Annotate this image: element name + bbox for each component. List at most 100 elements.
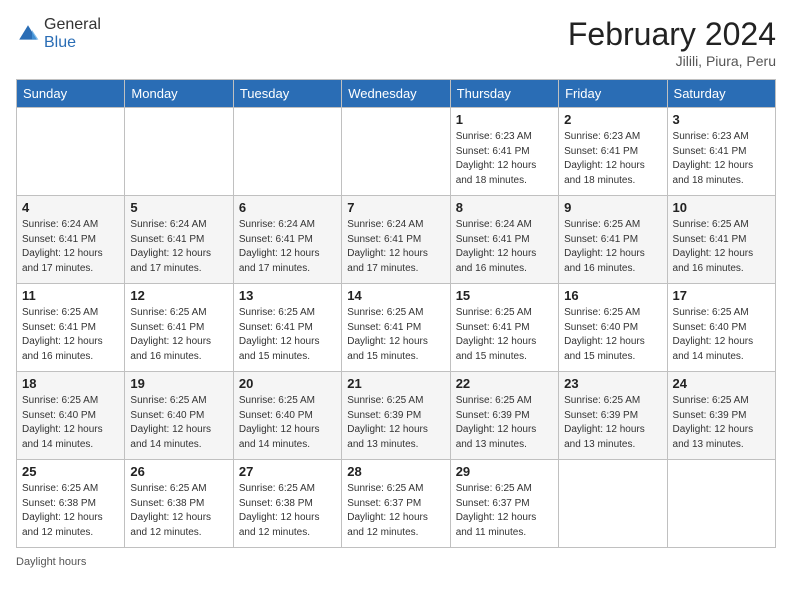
day-number: 19 — [130, 376, 227, 391]
day-number: 23 — [564, 376, 661, 391]
logo-general-text: General — [44, 16, 101, 33]
calendar-cell-w3-d3: 21 Sunrise: 6:25 AM Sunset: 6:39 PM Dayli… — [342, 372, 450, 460]
day-number: 14 — [347, 288, 444, 303]
day-info: Sunrise: 6:25 AM Sunset: 6:40 PM Dayligh… — [130, 394, 227, 452]
calendar-cell-w1-d5: 9 Sunrise: 6:25 AM Sunset: 6:41 PM Daylig… — [559, 196, 667, 284]
calendar-cell-w4-d4: 29 Sunrise: 6:25 AM Sunset: 6:37 PM Dayli… — [450, 460, 558, 548]
calendar-cell-w0-d4: 1 Sunrise: 6:23 AM Sunset: 6:41 PM Daylig… — [450, 108, 558, 196]
day-number: 10 — [673, 200, 770, 215]
calendar-cell-w4-d2: 27Sunrise: 6:25 AM Sunset: 6:38 PM Dayli… — [233, 460, 341, 548]
header-day-friday: Friday — [559, 80, 667, 108]
calendar-cell-w4-d6 — [667, 460, 775, 548]
day-info: Sunrise: 6:25 AM Sunset: 6:41 PM Dayligh… — [130, 306, 227, 364]
day-number: 9 — [564, 200, 661, 215]
day-number: 6 — [239, 200, 336, 215]
day-info: Sunrise: 6:25 AM Sunset: 6:39 PM Dayligh… — [564, 394, 661, 452]
calendar-cell-w3-d4: 22Sunrise: 6:25 AM Sunset: 6:39 PM Dayli… — [450, 372, 558, 460]
header-day-thursday: Thursday — [450, 80, 558, 108]
day-number: 18 — [22, 376, 119, 391]
logo: General Blue — [16, 16, 101, 52]
calendar-cell-w1-d6: 10 Sunrise: 6:25 AM Sunset: 6:41 PM Dayli… — [667, 196, 775, 284]
calendar-cell-w0-d1 — [125, 108, 233, 196]
calendar-cell-w4-d5 — [559, 460, 667, 548]
calendar-table: SundayMondayTuesdayWednesdayThursdayFrid… — [16, 79, 776, 548]
day-info: Sunrise: 6:25 AM Sunset: 6:41 PM Dayligh… — [564, 218, 661, 276]
day-info: Sunrise: 6:23 AM Sunset: 6:41 PM Dayligh… — [456, 130, 553, 188]
calendar-cell-w1-d3: 7 Sunrise: 6:24 AM Sunset: 6:41 PM Daylig… — [342, 196, 450, 284]
day-number: 29 — [456, 464, 553, 479]
logo-blue-text: Blue — [44, 34, 76, 51]
calendar-cell-w3-d2: 20 Sunrise: 6:25 AM Sunset: 6:40 PM Dayli… — [233, 372, 341, 460]
day-number: 7 — [347, 200, 444, 215]
calendar-cell-w1-d0: 4Sunrise: 6:24 AM Sunset: 6:41 PM Daylig… — [17, 196, 125, 284]
header-day-wednesday: Wednesday — [342, 80, 450, 108]
day-number: 2 — [564, 112, 661, 127]
day-number: 22 — [456, 376, 553, 391]
day-info: Sunrise: 6:25 AM Sunset: 6:38 PM Dayligh… — [130, 482, 227, 540]
day-info: Sunrise: 6:24 AM Sunset: 6:41 PM Dayligh… — [456, 218, 553, 276]
day-number: 5 — [130, 200, 227, 215]
day-info: Sunrise: 6:23 AM Sunset: 6:41 PM Dayligh… — [673, 130, 770, 188]
day-number: 11 — [22, 288, 119, 303]
day-number: 25 — [22, 464, 119, 479]
calendar-cell-w3-d6: 24 Sunrise: 6:25 AM Sunset: 6:39 PM Dayli… — [667, 372, 775, 460]
location: Jilili, Piura, Peru — [568, 53, 776, 69]
week-row-3: 18 Sunrise: 6:25 AM Sunset: 6:40 PM Dayli… — [17, 372, 776, 460]
calendar-cell-w2-d1: 12 Sunrise: 6:25 AM Sunset: 6:41 PM Dayli… — [125, 284, 233, 372]
day-number: 4 — [22, 200, 119, 215]
week-row-4: 25 Sunrise: 6:25 AM Sunset: 6:38 PM Dayli… — [17, 460, 776, 548]
day-number: 26 — [130, 464, 227, 479]
day-info: Sunrise: 6:25 AM Sunset: 6:40 PM Dayligh… — [564, 306, 661, 364]
calendar-cell-w1-d1: 5 Sunrise: 6:24 AM Sunset: 6:41 PM Daylig… — [125, 196, 233, 284]
day-number: 1 — [456, 112, 553, 127]
calendar-cell-w4-d0: 25 Sunrise: 6:25 AM Sunset: 6:38 PM Dayli… — [17, 460, 125, 548]
day-number: 28 — [347, 464, 444, 479]
calendar-cell-w4-d1: 26 Sunrise: 6:25 AM Sunset: 6:38 PM Dayli… — [125, 460, 233, 548]
day-number: 17 — [673, 288, 770, 303]
calendar-cell-w0-d3 — [342, 108, 450, 196]
calendar-cell-w2-d3: 14 Sunrise: 6:25 AM Sunset: 6:41 PM Dayli… — [342, 284, 450, 372]
day-info: Sunrise: 6:25 AM Sunset: 6:40 PM Dayligh… — [673, 306, 770, 364]
day-number: 16 — [564, 288, 661, 303]
calendar-cell-w0-d2 — [233, 108, 341, 196]
calendar-cell-w1-d2: 6 Sunrise: 6:24 AM Sunset: 6:41 PM Daylig… — [233, 196, 341, 284]
day-info: Sunrise: 6:25 AM Sunset: 6:41 PM Dayligh… — [347, 306, 444, 364]
day-info: Sunrise: 6:24 AM Sunset: 6:41 PM Dayligh… — [130, 218, 227, 276]
day-number: 21 — [347, 376, 444, 391]
calendar-cell-w2-d6: 17 Sunrise: 6:25 AM Sunset: 6:40 PM Dayli… — [667, 284, 775, 372]
day-number: 20 — [239, 376, 336, 391]
day-number: 12 — [130, 288, 227, 303]
header-day-saturday: Saturday — [667, 80, 775, 108]
day-info: Sunrise: 6:25 AM Sunset: 6:40 PM Dayligh… — [239, 394, 336, 452]
header-day-monday: Monday — [125, 80, 233, 108]
day-number: 3 — [673, 112, 770, 127]
day-number: 13 — [239, 288, 336, 303]
day-info: Sunrise: 6:25 AM Sunset: 6:38 PM Dayligh… — [239, 482, 336, 540]
day-info: Sunrise: 6:24 AM Sunset: 6:41 PM Dayligh… — [347, 218, 444, 276]
header-day-sunday: Sunday — [17, 80, 125, 108]
calendar-cell-w2-d4: 15Sunrise: 6:25 AM Sunset: 6:41 PM Dayli… — [450, 284, 558, 372]
day-info: Sunrise: 6:25 AM Sunset: 6:37 PM Dayligh… — [347, 482, 444, 540]
day-info: Sunrise: 6:25 AM Sunset: 6:41 PM Dayligh… — [239, 306, 336, 364]
day-info: Sunrise: 6:25 AM Sunset: 6:41 PM Dayligh… — [22, 306, 119, 364]
title-area: February 2024 Jilili, Piura, Peru — [568, 16, 776, 69]
calendar-cell-w1-d4: 8Sunrise: 6:24 AM Sunset: 6:41 PM Daylig… — [450, 196, 558, 284]
footer-note: Daylight hours — [16, 556, 776, 568]
day-info: Sunrise: 6:25 AM Sunset: 6:39 PM Dayligh… — [347, 394, 444, 452]
day-info: Sunrise: 6:25 AM Sunset: 6:39 PM Dayligh… — [673, 394, 770, 452]
day-info: Sunrise: 6:25 AM Sunset: 6:38 PM Dayligh… — [22, 482, 119, 540]
day-info: Sunrise: 6:24 AM Sunset: 6:41 PM Dayligh… — [239, 218, 336, 276]
month-year: February 2024 — [568, 16, 776, 53]
logo-icon — [16, 22, 40, 46]
calendar-cell-w2-d5: 16 Sunrise: 6:25 AM Sunset: 6:40 PM Dayli… — [559, 284, 667, 372]
week-row-2: 11 Sunrise: 6:25 AM Sunset: 6:41 PM Dayli… — [17, 284, 776, 372]
day-number: 24 — [673, 376, 770, 391]
day-info: Sunrise: 6:25 AM Sunset: 6:37 PM Dayligh… — [456, 482, 553, 540]
calendar-header-row: SundayMondayTuesdayWednesdayThursdayFrid… — [17, 80, 776, 108]
calendar-cell-w3-d5: 23 Sunrise: 6:25 AM Sunset: 6:39 PM Dayli… — [559, 372, 667, 460]
calendar-cell-w2-d0: 11 Sunrise: 6:25 AM Sunset: 6:41 PM Dayli… — [17, 284, 125, 372]
header: General Blue February 2024 Jilili, Piura… — [16, 16, 776, 69]
calendar-cell-w3-d1: 19 Sunrise: 6:25 AM Sunset: 6:40 PM Dayli… — [125, 372, 233, 460]
day-info: Sunrise: 6:25 AM Sunset: 6:41 PM Dayligh… — [673, 218, 770, 276]
day-info: Sunrise: 6:25 AM Sunset: 6:40 PM Dayligh… — [22, 394, 119, 452]
